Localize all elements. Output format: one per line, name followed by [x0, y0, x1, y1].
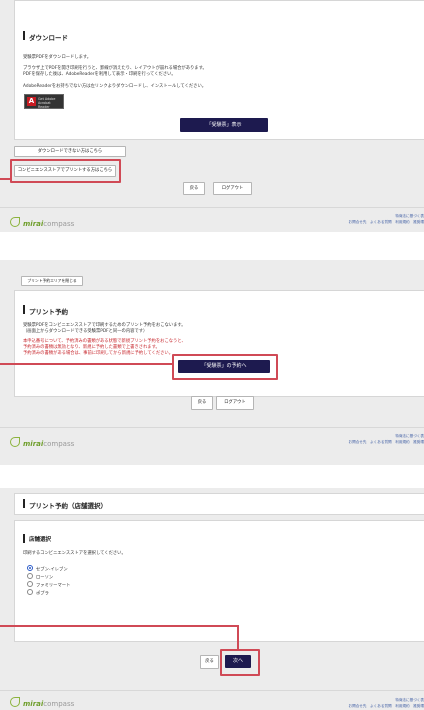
store-option-familymart[interactable]: ファミリーマート	[27, 581, 70, 589]
radio-icon[interactable]	[27, 589, 33, 595]
back-button-1[interactable]: 戻る	[183, 182, 205, 195]
download-desc-3: PDFを保存した後は、AdobeReaderを利用して表示・印刷を行ってください…	[23, 72, 176, 77]
close-print-area-button[interactable]: プリント予約エリアを閉じる	[21, 276, 83, 286]
leaf-icon	[10, 697, 20, 707]
highlight-next-button	[220, 649, 260, 676]
adobe-reader-badge[interactable]: A Get Adobe Acrobat Reader	[24, 94, 64, 109]
footer-links-3[interactable]: 特商法に基づく表 お問合せ先 よくある質問 利用規約 推奨環	[349, 697, 424, 709]
logout-button-2[interactable]: ログアウト	[216, 396, 254, 410]
callout-line-1	[0, 178, 12, 180]
show-admission-ticket-button[interactable]: 「受験票」表示	[180, 118, 268, 132]
footer-logo-3: miraicompass	[10, 697, 74, 708]
print-desc-2: （画面上からダウンロードできる受験票PDFと同一の内容です）	[23, 329, 148, 334]
callout-line-2	[0, 363, 174, 365]
back-button-2[interactable]: 戻る	[191, 396, 213, 410]
leaf-icon	[10, 217, 20, 227]
cannot-download-link[interactable]: ダウンロードできない方はこちら	[14, 146, 126, 157]
highlight-convenience-link	[10, 159, 121, 183]
section-title-download: ダウンロード	[23, 31, 68, 42]
print-warning-3: 予約済みの書類がある場合は、事前に印刷してから新規に予約してください。	[23, 351, 174, 356]
logout-button-1[interactable]: ログアウト	[213, 182, 252, 195]
download-desc-4: AdobeReaderをお持ちでない方は左リンクよりダウンロードし、インストール…	[23, 84, 207, 89]
footer-links-2[interactable]: 特商法に基づく表 お問合せ先 よくある質問 利用規約 推奨環	[349, 433, 424, 445]
store-option-seven-eleven[interactable]: セブン-イレブン	[27, 565, 68, 573]
back-button-3[interactable]: 戻る	[200, 655, 219, 669]
leaf-icon	[10, 437, 20, 447]
callout-line-3	[0, 625, 239, 627]
page-title-store-selection: プリント予約（店舗選択）	[23, 499, 107, 510]
store-instruction: 印刷するコンビニエンスストアを選択してください。	[23, 551, 126, 556]
store-option-lawson[interactable]: ローソン	[27, 573, 53, 581]
section-title-print-reservation: プリント予約	[23, 305, 68, 316]
callout-vline-3	[237, 626, 239, 650]
footer-logo-2: miraicompass	[10, 437, 74, 448]
radio-icon[interactable]	[27, 573, 33, 579]
footer-links-1[interactable]: 特商法に基づく表 お問合せ先 よくある質問 利用規約 推奨環	[349, 213, 424, 225]
adobe-logo-icon: A	[27, 97, 36, 106]
adobe-line-2: Acrobat Reader	[38, 101, 51, 110]
download-desc-1: 受験票PDFをダウンロードします。	[23, 55, 92, 60]
section-title-store-selection: 店舗選択	[22, 534, 52, 543]
radio-selected-icon[interactable]	[27, 565, 33, 571]
footer-logo-1: miraicompass	[10, 217, 74, 228]
highlight-reserve-button	[172, 354, 278, 380]
store-option-poplar[interactable]: ポプラ	[27, 589, 49, 597]
radio-icon[interactable]	[27, 581, 33, 587]
store-selection-card	[14, 520, 424, 642]
